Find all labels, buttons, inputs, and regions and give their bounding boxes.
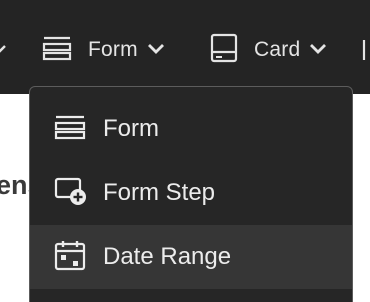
toolbar-card-dropdown[interactable]: Card: [210, 33, 327, 64]
card-icon: [210, 33, 238, 68]
menu-item-label: Form: [103, 115, 159, 142]
toolbar-form-dropdown[interactable]: Form: [42, 36, 165, 64]
menu-item-label: Date Range: [103, 243, 232, 270]
menu-item-form-step[interactable]: Form Step: [30, 161, 352, 225]
toolbar-card-label: Card: [254, 38, 301, 61]
form-icon: [54, 114, 86, 145]
list-icon[interactable]: [362, 40, 370, 65]
top-toolbar: Form Card: [0, 0, 370, 94]
menu-item-form[interactable]: Form: [30, 97, 352, 161]
form-step-add-icon: [54, 175, 88, 212]
insert-dropdown-menu: Form Form Step Date Range: [29, 86, 353, 302]
chevron-down-icon[interactable]: [0, 42, 6, 60]
menu-item-date-range[interactable]: Date Range: [30, 225, 352, 289]
menu-item-label: Form Step: [103, 179, 216, 206]
chevron-down-icon: [309, 41, 327, 59]
chevron-down-icon: [147, 41, 165, 59]
calendar-icon: [54, 239, 86, 276]
form-icon: [42, 35, 72, 66]
toolbar-form-label: Form: [88, 38, 138, 61]
